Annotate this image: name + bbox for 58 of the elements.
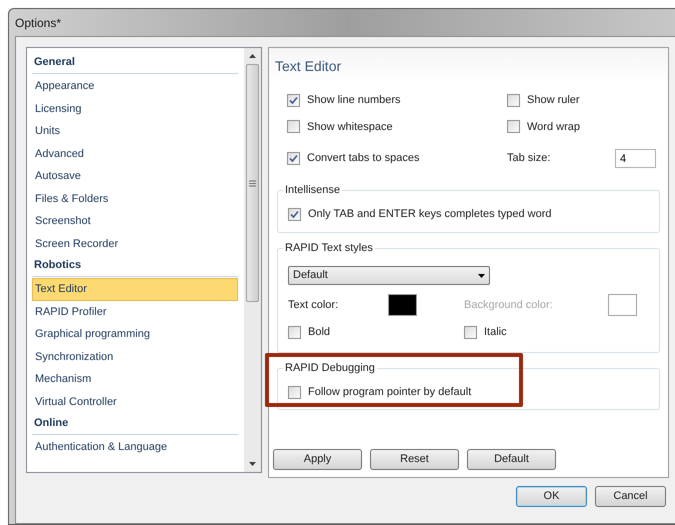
sidebar-item[interactable]: Appearance (32, 75, 238, 98)
checkbox[interactable] (288, 386, 301, 399)
group-heading: Robotics (33, 258, 82, 272)
color-label: Background color: (464, 298, 554, 313)
dialog-button[interactable]: Reset (370, 449, 459, 470)
panel-title: Text Editor (275, 56, 342, 76)
checkbox[interactable] (507, 120, 520, 134)
grip-icon (249, 180, 256, 186)
check-icon (289, 154, 298, 163)
color-swatch[interactable] (388, 294, 417, 316)
checkbox[interactable] (287, 152, 300, 165)
checkbox-label: Follow program pointer by default (308, 385, 472, 400)
check-icon (289, 96, 298, 105)
scrollbar-thumb[interactable] (246, 64, 259, 302)
sidebar-item[interactable]: Text Editor (32, 278, 238, 300)
checkbox[interactable] (287, 94, 300, 107)
checkbox[interactable] (507, 94, 520, 107)
checkbox-label: Show whitespace (307, 120, 393, 134)
check-icon (290, 210, 299, 219)
sidebar-item[interactable]: Virtual Controller (32, 390, 238, 413)
group-heading: Online (33, 416, 68, 430)
group-title: RAPID Debugging (283, 361, 377, 375)
checkbox-label: Show line numbers (307, 93, 401, 108)
checkbox-label: Convert tabs to spaces (307, 151, 420, 166)
sidebar-item[interactable]: Graphical programming (32, 323, 238, 346)
sidebar-item[interactable]: Advanced (32, 142, 238, 165)
checkbox-label: Bold (308, 325, 330, 340)
sidebar-item[interactable]: Licensing (32, 98, 238, 120)
checkbox-label: Word wrap (527, 120, 580, 134)
dialog-button[interactable]: Apply (273, 449, 362, 470)
scrollbar[interactable] (244, 48, 261, 472)
checkbox[interactable] (287, 120, 300, 134)
caret-icon (478, 274, 485, 278)
checkbox-label: Only TAB and ENTER keys completes typed word (308, 207, 552, 222)
style-dropdown[interactable]: Default (288, 266, 490, 285)
checkbox-label: Show ruler (527, 93, 580, 108)
dialog-button[interactable]: OK (516, 486, 587, 507)
tab-size-field[interactable]: 4 (615, 149, 656, 168)
dialog-button[interactable]: Default (467, 449, 556, 470)
sidebar-item[interactable]: Units (32, 120, 238, 142)
group-title: RAPID Text styles (283, 241, 375, 255)
window-title: Options* (15, 14, 62, 32)
checkbox[interactable] (288, 208, 301, 221)
sidebar-item[interactable]: RAPID Profiler (32, 300, 238, 323)
tab-size-label: Tab size: (507, 151, 552, 166)
sidebar-item[interactable]: Synchronization (32, 346, 238, 368)
sidebar-item[interactable]: Autosave (32, 165, 238, 188)
sidebar-item[interactable]: Mechanism (32, 368, 238, 390)
checkbox[interactable] (288, 326, 301, 339)
checkbox[interactable] (464, 326, 477, 339)
group-heading: General (33, 54, 75, 70)
color-label: Text color: (288, 298, 340, 313)
sidebar-item[interactable]: Screen Recorder (32, 232, 238, 255)
dialog-button[interactable]: Cancel (595, 486, 666, 507)
sidebar-item[interactable]: Screenshot (32, 210, 238, 232)
checkbox-label: Italic (484, 325, 507, 340)
sidebar-item[interactable]: Authentication & Language (32, 436, 238, 458)
sidebar-item[interactable]: Files & Folders (32, 188, 238, 210)
